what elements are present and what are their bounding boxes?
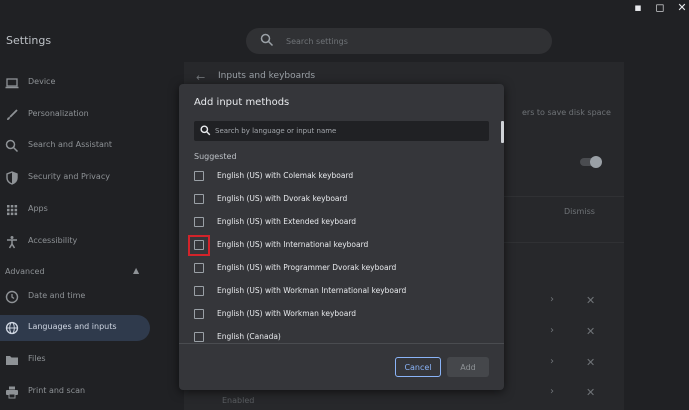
sidebar-item-device[interactable]: Device bbox=[0, 70, 150, 96]
list-item[interactable]: English (US) with Colemak keyboard bbox=[179, 165, 504, 188]
sidebar-item-label: Device bbox=[28, 77, 56, 86]
close-window-button[interactable]: ✕ bbox=[675, 1, 689, 15]
remove-icon[interactable]: ✕ bbox=[586, 386, 595, 399]
sidebar-item-label: Languages and inputs bbox=[28, 322, 117, 331]
apps-grid-icon bbox=[7, 205, 18, 216]
list-item[interactable]: English (US) with International keyboard bbox=[179, 234, 504, 257]
sidebar-advanced-toggle[interactable]: Advanced ▲ bbox=[5, 263, 155, 283]
advanced-label: Advanced bbox=[5, 267, 45, 276]
accessibility-icon bbox=[7, 236, 17, 249]
sidebar-item-label: Apps bbox=[28, 204, 48, 213]
input-method-list: English (US) with Colemak keyboard Engli… bbox=[179, 165, 504, 343]
list-item[interactable]: English (Canada) bbox=[179, 326, 504, 343]
input-method-label: English (US) with Extended keyboard bbox=[217, 217, 357, 226]
sidebar-item-label: Print and scan bbox=[28, 386, 86, 395]
app-title: Settings bbox=[6, 34, 52, 47]
sidebar-item-label: Date and time bbox=[28, 291, 86, 300]
sidebar-item-security-and-privacy[interactable]: Security and Privacy bbox=[0, 165, 150, 191]
remove-icon[interactable]: ✕ bbox=[586, 325, 595, 338]
dismiss-button[interactable]: Dismiss bbox=[564, 207, 595, 216]
input-method-label: English (US) with Workman International … bbox=[217, 286, 407, 295]
list-item[interactable]: English (US) with Extended keyboard bbox=[179, 211, 504, 234]
list-item[interactable]: English (US) with Programmer Dvorak keyb… bbox=[179, 257, 504, 280]
storage-hint-text: ers to save disk space bbox=[522, 108, 611, 117]
checkbox[interactable] bbox=[194, 332, 204, 342]
sidebar-item-label: Files bbox=[28, 354, 46, 363]
minimize-button[interactable]: ▪ bbox=[631, 1, 645, 15]
list-item[interactable]: English (US) with Workman keyboard bbox=[179, 303, 504, 326]
input-method-label: English (Canada) bbox=[217, 332, 281, 341]
laptop-icon bbox=[5, 78, 19, 89]
checkbox[interactable] bbox=[194, 194, 204, 204]
add-input-methods-dialog: Add input methods Suggested English (US)… bbox=[179, 84, 504, 390]
cancel-button[interactable]: Cancel bbox=[395, 357, 441, 377]
checkbox[interactable] bbox=[194, 217, 204, 227]
background-toggle[interactable] bbox=[580, 156, 602, 168]
settings-search-box[interactable] bbox=[246, 28, 552, 54]
title-bar: ▪ ◻ ✕ bbox=[0, 0, 689, 16]
sidebar: Device Personalization Search and Assist… bbox=[0, 64, 160, 410]
sidebar-item-personalization[interactable]: Personalization bbox=[0, 102, 150, 128]
remove-icon[interactable]: ✕ bbox=[586, 356, 595, 369]
chevron-right-icon[interactable]: › bbox=[550, 325, 554, 336]
input-method-search-box[interactable] bbox=[194, 121, 489, 141]
input-method-label: English (US) with Programmer Dvorak keyb… bbox=[217, 263, 397, 272]
sidebar-item-files[interactable]: Files bbox=[0, 347, 150, 373]
sidebar-item-search-and-assistant[interactable]: Search and Assistant bbox=[0, 133, 150, 159]
chevron-right-icon[interactable]: › bbox=[550, 356, 554, 367]
list-item[interactable]: English (US) with Dvorak keyboard bbox=[179, 188, 504, 211]
list-item[interactable]: English (US) with Workman International … bbox=[179, 280, 504, 303]
sidebar-item-languages-and-inputs[interactable]: Languages and inputs bbox=[0, 315, 150, 341]
page-title: Inputs and keyboards bbox=[218, 71, 316, 81]
chevron-right-icon[interactable]: › bbox=[550, 386, 554, 397]
enabled-status: Enabled bbox=[222, 396, 255, 405]
chevron-right-icon[interactable]: › bbox=[550, 294, 554, 305]
input-method-label: English (US) with Workman keyboard bbox=[217, 309, 357, 318]
printer-icon bbox=[6, 386, 18, 399]
checkbox[interactable] bbox=[194, 263, 204, 273]
sidebar-item-label: Personalization bbox=[28, 109, 89, 118]
checkbox[interactable] bbox=[194, 171, 204, 181]
input-method-label: English (US) with Dvorak keyboard bbox=[217, 194, 348, 203]
chevron-up-icon: ▲ bbox=[133, 266, 140, 275]
back-arrow-icon[interactable]: ← bbox=[196, 71, 205, 84]
sidebar-item-label: Accessibility bbox=[28, 236, 78, 245]
folder-icon bbox=[6, 356, 18, 365]
clock-icon bbox=[5, 290, 19, 304]
sidebar-item-print-and-scan[interactable]: Print and scan bbox=[0, 379, 150, 405]
settings-search-input[interactable] bbox=[286, 32, 536, 50]
checkbox[interactable] bbox=[194, 286, 204, 296]
shield-icon bbox=[6, 171, 18, 185]
search-icon bbox=[5, 139, 19, 153]
checkbox[interactable] bbox=[194, 240, 204, 250]
add-button[interactable]: Add bbox=[447, 357, 489, 377]
sidebar-item-apps[interactable]: Apps bbox=[0, 197, 150, 223]
dialog-title: Add input methods bbox=[194, 97, 290, 108]
sidebar-item-label: Security and Privacy bbox=[28, 172, 110, 181]
sidebar-item-date-and-time[interactable]: Date and time bbox=[0, 284, 150, 310]
input-method-label: English (US) with International keyboard bbox=[217, 240, 369, 249]
search-icon bbox=[200, 125, 211, 136]
brush-icon bbox=[7, 109, 18, 120]
input-method-search-input[interactable] bbox=[215, 124, 485, 138]
scrollbar-thumb[interactable] bbox=[501, 121, 504, 143]
sidebar-item-accessibility[interactable]: Accessibility bbox=[0, 229, 150, 255]
sidebar-item-label: Search and Assistant bbox=[28, 140, 113, 149]
checkbox[interactable] bbox=[194, 309, 204, 319]
remove-icon[interactable]: ✕ bbox=[586, 294, 595, 307]
maximize-button[interactable]: ◻ bbox=[653, 1, 667, 15]
suggested-section-label: Suggested bbox=[194, 152, 237, 161]
dialog-footer-divider bbox=[179, 343, 504, 344]
search-icon bbox=[260, 33, 274, 47]
globe-icon bbox=[5, 321, 19, 335]
input-method-label: English (US) with Colemak keyboard bbox=[217, 171, 354, 180]
settings-header: Settings bbox=[0, 16, 689, 64]
